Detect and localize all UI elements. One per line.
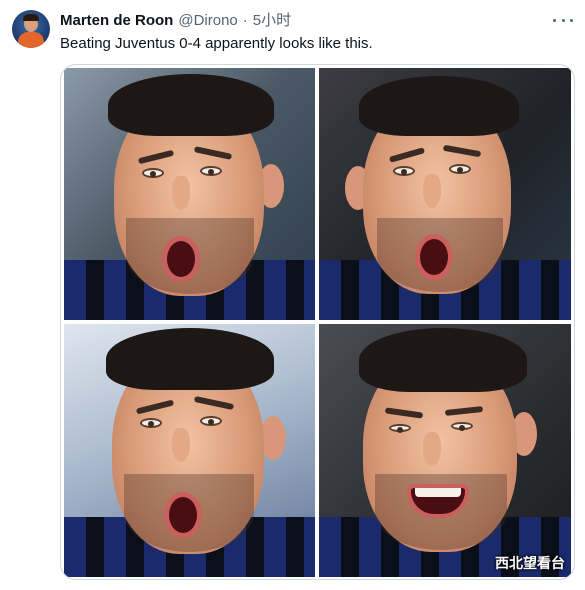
mouth-open — [164, 492, 202, 538]
hair — [108, 74, 274, 136]
avatar[interactable] — [12, 10, 50, 48]
eye — [142, 168, 164, 178]
tweet-timestamp[interactable]: 5小时 — [253, 12, 291, 30]
watermark: 西北望看台 — [495, 556, 565, 572]
nose — [423, 432, 441, 466]
tweet-text: Beating Juventus 0-4 apparently looks li… — [60, 35, 373, 52]
hair — [359, 328, 527, 392]
tweet-photo-2[interactable] — [319, 68, 571, 320]
avatar-hair — [23, 14, 39, 21]
eye — [200, 416, 222, 426]
nose — [423, 174, 441, 208]
author-name[interactable]: Marten de Roon — [60, 12, 173, 30]
tweet-photo-3[interactable] — [64, 324, 315, 577]
more-options-button[interactable] — [553, 12, 573, 28]
eye — [200, 166, 222, 176]
eye — [389, 424, 411, 433]
eye — [449, 164, 471, 174]
media-grid: 西北望看台 — [60, 64, 575, 580]
tweet-header: Marten de Roon @Dirono · 5小时 — [60, 12, 291, 30]
mouth-open — [162, 236, 200, 282]
eye — [451, 422, 473, 431]
avatar-shirt — [18, 32, 44, 48]
mouth-open — [415, 234, 453, 280]
hair — [359, 76, 519, 136]
more-horizontal-icon — [561, 18, 565, 22]
tweet-photo-4[interactable]: 西北望看台 — [319, 324, 571, 577]
hair — [106, 328, 274, 390]
nose — [172, 428, 190, 462]
header-separator: · — [242, 12, 248, 29]
more-horizontal-icon — [570, 18, 573, 22]
tweet-photo-1[interactable] — [64, 68, 315, 320]
more-horizontal-icon — [553, 18, 556, 22]
nose — [172, 176, 190, 210]
eye — [393, 166, 415, 176]
eye — [140, 418, 162, 428]
author-handle[interactable]: @Dirono — [178, 12, 237, 30]
